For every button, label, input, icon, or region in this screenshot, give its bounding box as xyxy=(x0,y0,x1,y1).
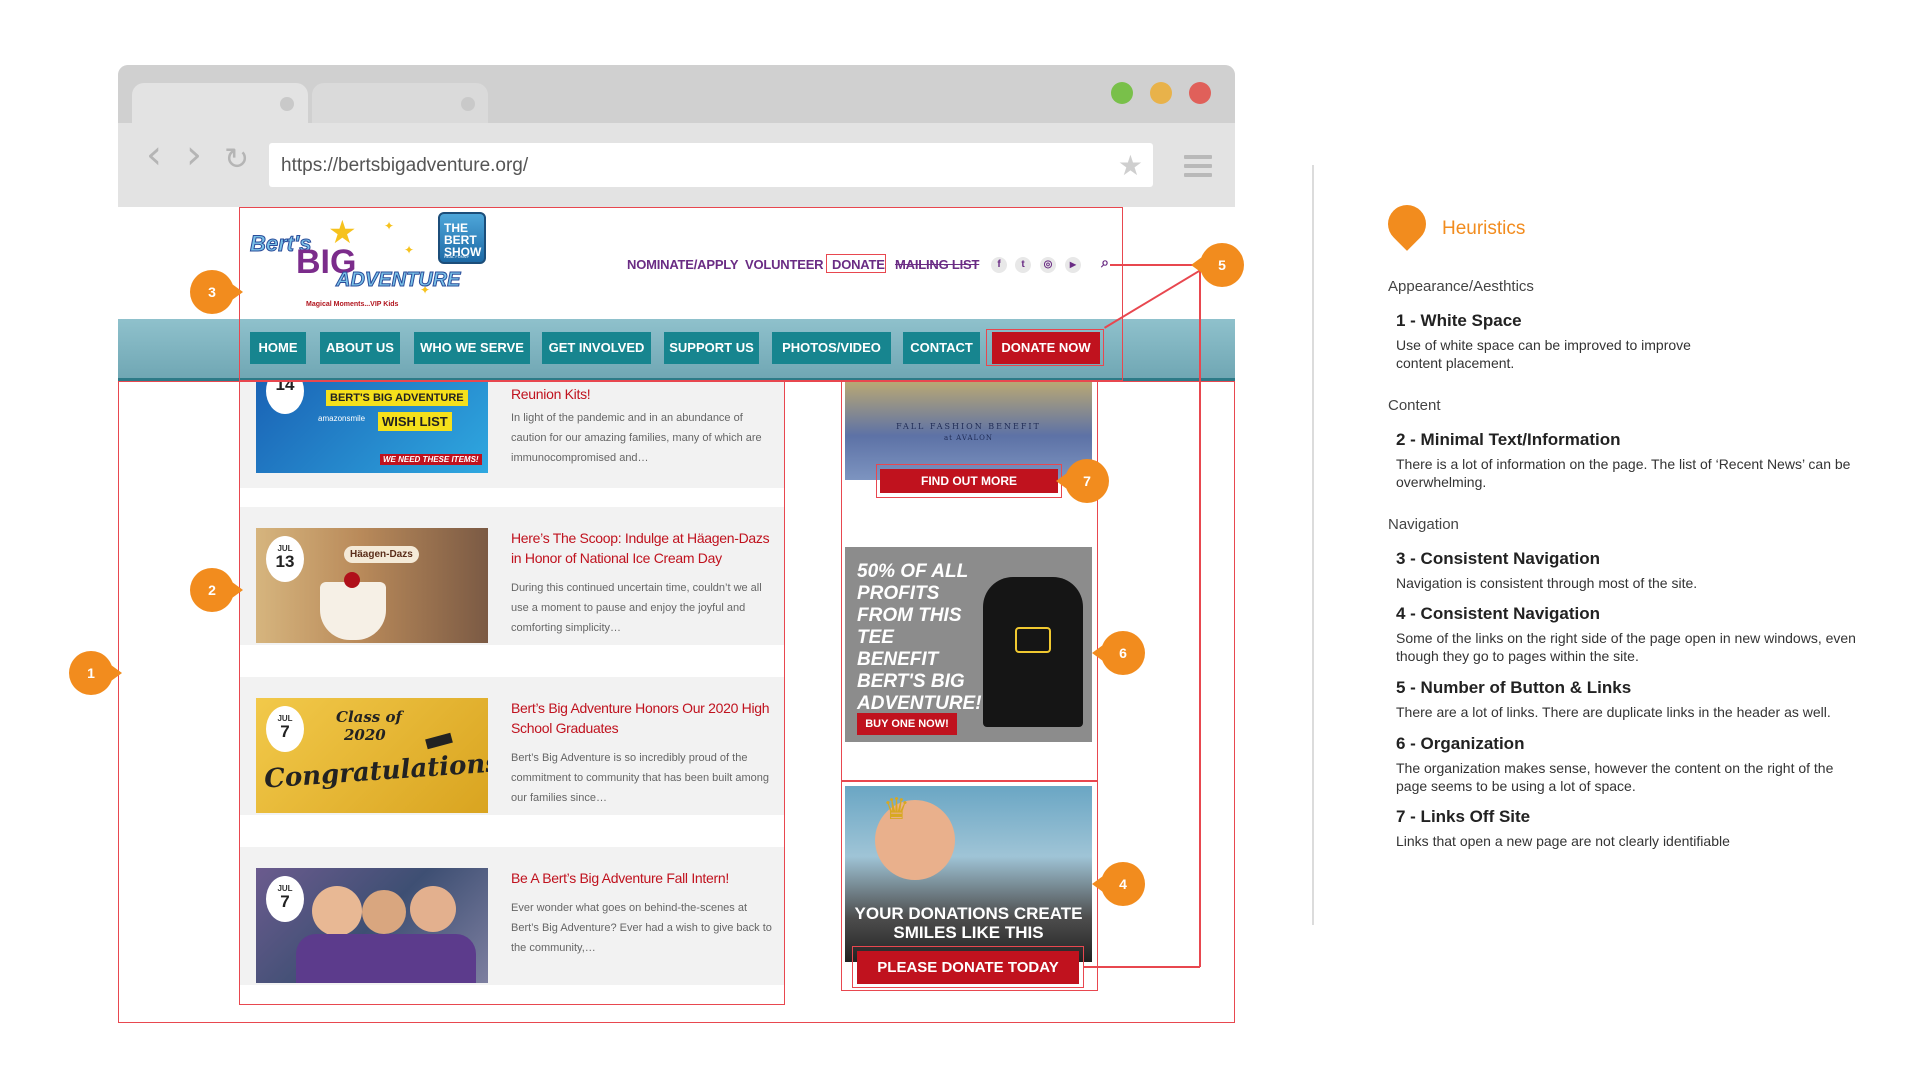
browser-tab-active[interactable] xyxy=(132,83,308,123)
annotation-marker-1: 1 xyxy=(69,651,122,695)
section-navigation: Navigation xyxy=(1388,516,1459,533)
browser-tab[interactable] xyxy=(312,83,488,123)
heuristic-7-desc: Links that open a new page are not clear… xyxy=(1396,833,1730,849)
annotation-find-out-more-box xyxy=(876,464,1062,498)
heuristic-5-title: 5 - Number of Button & Links xyxy=(1396,678,1632,697)
heuristic-5-desc: There are a lot of links. There are dupl… xyxy=(1396,704,1831,720)
tab-favicon xyxy=(280,97,294,111)
annotation-donate-today-box xyxy=(852,946,1084,988)
heuristic-2-title: 2 - Minimal Text/Information xyxy=(1396,430,1621,449)
annotation-donate-now-box xyxy=(986,329,1104,366)
annotation-line xyxy=(1199,265,1201,967)
browser-menu-icon[interactable] xyxy=(1184,155,1212,182)
heuristic-1-title: 1 - White Space xyxy=(1396,311,1522,330)
annotation-marker-5: 5 xyxy=(1191,243,1244,287)
tab-strip xyxy=(118,65,1235,123)
heuristic-2-desc: There is a lot of information on the pag… xyxy=(1396,456,1851,490)
reload-icon[interactable]: ↻ xyxy=(224,145,249,175)
browser-window: ‹ › ↻ https://bertsbigadventure.org/ ★ xyxy=(118,65,1235,207)
annotation-marker-6: 6 xyxy=(1092,631,1145,675)
annotation-marker-7: 7 xyxy=(1056,459,1109,503)
bookmark-star-icon[interactable]: ★ xyxy=(1118,149,1143,182)
address-bar[interactable]: https://bertsbigadventure.org/ ★ xyxy=(269,143,1153,187)
annotation-donate-link-box xyxy=(826,254,886,273)
annotation-sidebar-region xyxy=(841,381,1098,781)
url-text[interactable]: https://bertsbigadventure.org/ xyxy=(281,155,528,177)
annotation-marker-2: 2 xyxy=(190,568,243,612)
map-pin-icon xyxy=(1380,197,1434,251)
heuristic-1-desc: Use of white space can be improved to im… xyxy=(1396,337,1691,371)
annotation-marker-3: 3 xyxy=(190,270,243,314)
heuristic-4-title: 4 - Consistent Navigation xyxy=(1396,604,1601,623)
close-window-light[interactable] xyxy=(1189,82,1211,104)
minimize-window-light[interactable] xyxy=(1111,82,1133,104)
section-content: Content xyxy=(1388,397,1441,414)
heuristic-7-title: 7 - Links Off Site xyxy=(1396,807,1531,826)
heuristic-4-desc: Some of the links on the right side of t… xyxy=(1396,630,1856,664)
maximize-window-light[interactable] xyxy=(1150,82,1172,104)
heuristic-6-title: 6 - Organization xyxy=(1396,734,1525,753)
annotation-posts-region xyxy=(239,381,785,1005)
annotation-line xyxy=(1084,966,1200,968)
section-appearance: Appearance/Aesthtics xyxy=(1388,278,1534,295)
tab-favicon xyxy=(461,97,475,111)
annotation-marker-4: 4 xyxy=(1092,862,1145,906)
heuristics-title: Heuristics xyxy=(1442,218,1526,239)
heuristic-3-desc: Navigation is consistent through most of… xyxy=(1396,575,1698,591)
forward-arrow-icon[interactable]: › xyxy=(186,135,202,175)
back-arrow-icon[interactable]: ‹ xyxy=(146,135,162,175)
heuristic-6-desc: The organization makes sense, however th… xyxy=(1396,760,1834,794)
heuristic-3-title: 3 - Consistent Navigation xyxy=(1396,549,1601,568)
panel-divider xyxy=(1312,165,1314,925)
